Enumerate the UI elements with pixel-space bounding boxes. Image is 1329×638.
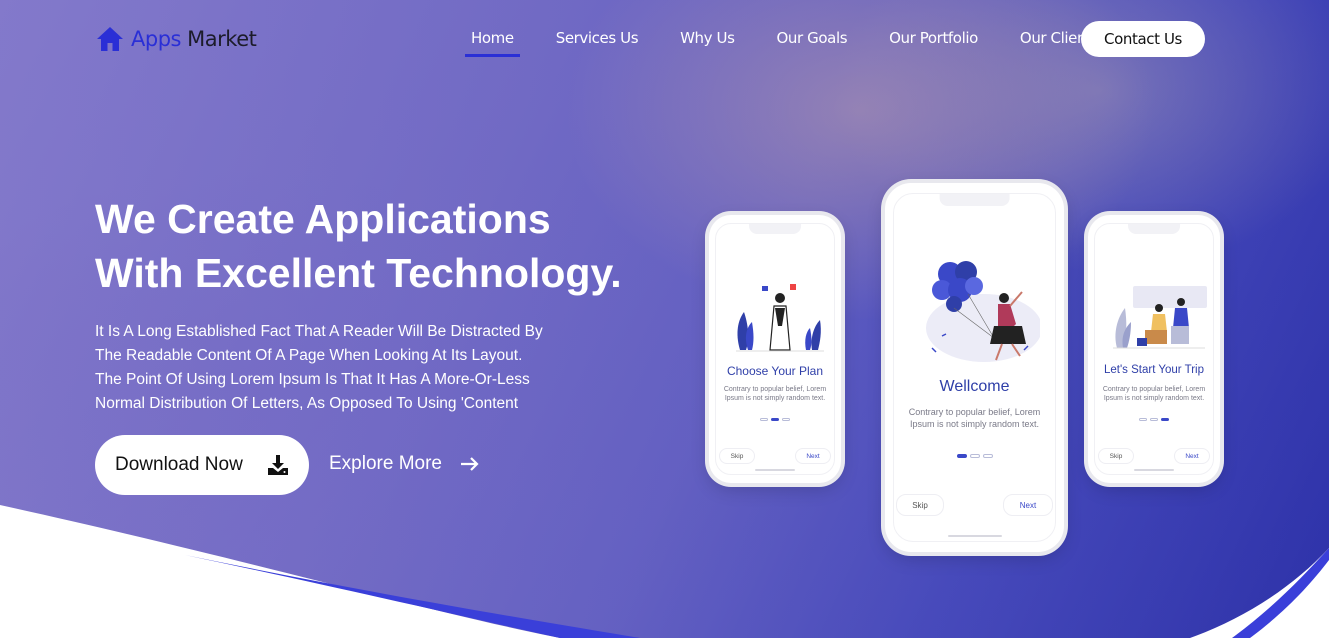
phone-body-line: Ipsum is not simply random text. bbox=[1103, 395, 1205, 402]
phone-mockup-center: Wellcome Contrary to popular belief, Lor… bbox=[885, 183, 1064, 552]
pager-dot[interactable] bbox=[1150, 418, 1158, 421]
nav-item-why-us[interactable]: Why Us bbox=[674, 28, 740, 48]
home-indicator bbox=[947, 535, 1002, 537]
phone-title: Wellcome bbox=[939, 378, 1010, 395]
nav-item-our-portfolio[interactable]: Our Portfolio bbox=[883, 28, 984, 48]
trip-illustration bbox=[1113, 286, 1207, 349]
next-button[interactable]: Next bbox=[795, 448, 831, 464]
pager-dot-active[interactable] bbox=[1161, 418, 1169, 421]
pager-dot-active[interactable] bbox=[771, 418, 779, 421]
phone-body-text: Contrary to popular belief, Lorem Ipsum … bbox=[716, 385, 834, 403]
next-button[interactable]: Next bbox=[1174, 448, 1210, 464]
nav-item-home[interactable]: Home bbox=[465, 28, 520, 57]
phone-mockup-left: Choose Your Plan Contrary to popular bel… bbox=[709, 215, 841, 483]
brand-market-text: Market bbox=[187, 27, 257, 51]
welcome-illustration bbox=[926, 261, 1040, 362]
explore-more-link[interactable]: Explore More bbox=[329, 453, 480, 475]
phone-screen: Wellcome Contrary to popular belief, Lor… bbox=[893, 193, 1056, 542]
phone-screen: Choose Your Plan Contrary to popular bel… bbox=[715, 223, 835, 475]
phone-screen: Let's Start Your Trip Contrary to popula… bbox=[1094, 223, 1214, 475]
pager-dot[interactable] bbox=[1139, 418, 1147, 421]
phone-notch bbox=[1128, 224, 1180, 234]
explore-more-label: Explore More bbox=[329, 453, 442, 474]
hero-description: It Is A Long Established Fact That A Rea… bbox=[95, 320, 575, 416]
phone-body-text: Contrary to popular belief, Lorem Ipsum … bbox=[1095, 385, 1213, 403]
pager-dots bbox=[1095, 418, 1213, 421]
phone-mockup-right: Let's Start Your Trip Contrary to popula… bbox=[1088, 215, 1220, 483]
phone-body-line: Ipsum is not simply random text. bbox=[909, 419, 1040, 429]
hero-description-line: The Readable Content Of A Page When Look… bbox=[95, 347, 523, 364]
phone-body-line: Contrary to popular belief, Lorem bbox=[723, 386, 827, 393]
skip-button[interactable]: Skip bbox=[896, 494, 944, 516]
phone-notch bbox=[749, 224, 801, 234]
main-nav: Home Services Us Why Us Our Goals Our Po… bbox=[465, 28, 1128, 57]
home-indicator bbox=[755, 469, 795, 471]
phone-body-line: Contrary to popular belief, Lorem bbox=[908, 407, 1041, 417]
hero-headline: We Create Applications With Excellent Te… bbox=[95, 192, 622, 300]
phone-body-text: Contrary to popular belief, Lorem Ipsum … bbox=[894, 406, 1055, 430]
pager-dot[interactable] bbox=[782, 418, 790, 421]
download-now-button[interactable]: Download Now bbox=[95, 435, 309, 495]
download-icon bbox=[268, 455, 288, 475]
brand-apps-text: Apps bbox=[131, 27, 181, 51]
plan-illustration bbox=[736, 284, 824, 352]
home-icon bbox=[97, 27, 123, 51]
contact-us-button[interactable]: Contact Us bbox=[1081, 21, 1205, 57]
hero-description-line: It Is A Long Established Fact That A Rea… bbox=[95, 323, 543, 340]
nav-item-our-goals[interactable]: Our Goals bbox=[771, 28, 854, 48]
hero-description-line: The Point Of Using Lorem Ipsum Is That I… bbox=[95, 371, 530, 388]
nav-item-services[interactable]: Services Us bbox=[550, 28, 644, 48]
skip-button[interactable]: Skip bbox=[719, 448, 755, 464]
skip-button[interactable]: Skip bbox=[1098, 448, 1134, 464]
phone-title: Choose Your Plan bbox=[726, 364, 824, 378]
brand-name: Apps Market bbox=[131, 27, 257, 51]
brand-logo[interactable]: Apps Market bbox=[95, 24, 257, 54]
pager-dots bbox=[716, 418, 834, 421]
phone-body-line: Contrary to popular belief, Lorem bbox=[1102, 386, 1206, 393]
phone-body-line: Ipsum is not simply random text. bbox=[724, 395, 826, 402]
phone-title: Let's Start Your Trip bbox=[1103, 364, 1204, 376]
pager-dot-active[interactable] bbox=[956, 454, 967, 458]
pager-dot[interactable] bbox=[982, 454, 993, 458]
hero-headline-line-1: We Create Applications bbox=[95, 196, 551, 242]
home-indicator bbox=[1134, 469, 1174, 471]
hero-description-line: Normal Distribution Of Letters, As Oppos… bbox=[95, 395, 519, 412]
phone-notch bbox=[939, 194, 1010, 206]
next-button[interactable]: Next bbox=[1003, 494, 1053, 516]
download-now-label: Download Now bbox=[115, 454, 243, 475]
pager-dot[interactable] bbox=[969, 454, 980, 458]
pager-dot[interactable] bbox=[760, 418, 768, 421]
hero-headline-line-2: With Excellent Technology. bbox=[95, 250, 622, 296]
arrow-right-icon bbox=[461, 457, 479, 471]
pager-dots bbox=[894, 454, 1055, 458]
